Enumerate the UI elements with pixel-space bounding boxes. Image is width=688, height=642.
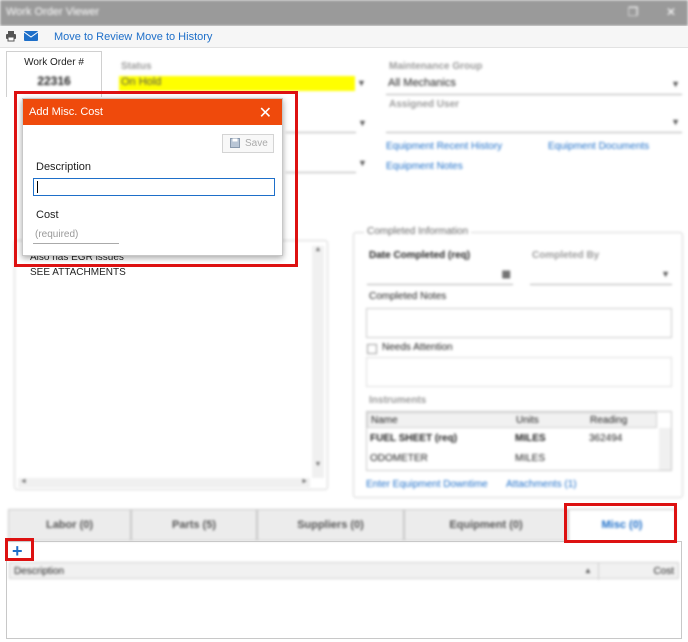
vertical-scrollbar[interactable]: ▲ ▼ bbox=[312, 246, 324, 478]
column-divider bbox=[598, 563, 599, 580]
description-textarea[interactable]: Also has EGR issues SEE ATTACHMENTS ▲ ▼ … bbox=[16, 242, 326, 488]
printer-icon[interactable] bbox=[5, 30, 17, 42]
tab-equipment[interactable]: Equipment (0) bbox=[404, 509, 568, 541]
annotation-box-misc-tab bbox=[564, 503, 677, 543]
instruments-label: Instruments bbox=[369, 395, 427, 406]
completed-by-dropdown[interactable]: ▼ bbox=[530, 267, 672, 285]
work-order-number: 22316 bbox=[37, 74, 71, 88]
equipment-notes-link[interactable]: Equipment Notes bbox=[386, 161, 463, 172]
calendar-icon[interactable]: ▦ bbox=[502, 269, 511, 280]
assigned-user-dropdown[interactable]: ▼ bbox=[386, 115, 682, 133]
window-title: Work Order Viewer bbox=[6, 6, 100, 18]
envelope-icon[interactable] bbox=[23, 30, 39, 42]
description-line: SEE ATTACHMENTS bbox=[30, 267, 126, 278]
move-to-review-link[interactable]: Move to Review bbox=[54, 31, 132, 43]
chevron-down-icon: ▼ bbox=[661, 269, 670, 279]
completed-info-panel: Completed Information Date Completed (re… bbox=[353, 226, 683, 498]
maintenance-group-value: All Mechanics bbox=[388, 77, 456, 89]
chevron-down-icon[interactable]: ▼ bbox=[358, 158, 367, 168]
close-icon[interactable]: ✕ bbox=[664, 5, 678, 19]
row-name: ODOMETER bbox=[370, 453, 428, 464]
instruments-header: Name Units Reading bbox=[367, 412, 657, 428]
sort-arrow-icon: ▲ bbox=[584, 566, 592, 575]
work-order-label: Work Order # bbox=[24, 57, 84, 68]
column-header-units[interactable]: Units bbox=[516, 415, 539, 426]
row-units: MILES bbox=[515, 453, 546, 464]
date-completed-input[interactable]: ▦ bbox=[367, 267, 513, 285]
table-row[interactable]: FUEL SHEET (req) MILES 362494 bbox=[367, 430, 657, 448]
annotation-box-add bbox=[5, 538, 34, 561]
chevron-down-icon: ▼ bbox=[671, 79, 680, 89]
attachments-link[interactable]: Attachments (1) bbox=[506, 479, 577, 490]
column-header-description[interactable]: Description bbox=[14, 566, 64, 577]
misc-panel: + Description ▲ Cost bbox=[6, 541, 682, 639]
column-header-name[interactable]: Name bbox=[371, 415, 398, 426]
title-bar: Work Order Viewer ❐ ✕ bbox=[0, 0, 688, 26]
assigned-user-label: Assigned User bbox=[389, 99, 460, 110]
completed-by-label: Completed By bbox=[532, 250, 600, 261]
needs-attention-label: Needs Attention bbox=[382, 342, 453, 353]
instruments-grid: Name Units Reading FUEL SHEET (req) MILE… bbox=[366, 411, 672, 471]
maintenance-group-label: Maintenance Group bbox=[389, 61, 483, 72]
date-completed-label: Date Completed (req) bbox=[369, 250, 471, 261]
chevron-down-icon: ▼ bbox=[671, 117, 680, 127]
toolbar: Move to Review Move to History bbox=[0, 26, 688, 48]
row-units: MILES bbox=[515, 433, 546, 444]
misc-grid-header: Description ▲ Cost bbox=[9, 562, 679, 580]
annotation-box-dialog bbox=[14, 91, 298, 267]
table-row[interactable]: ODOMETER MILES bbox=[367, 450, 657, 468]
status-label: Status bbox=[121, 61, 152, 72]
restore-icon[interactable]: ❐ bbox=[626, 5, 640, 19]
status-value[interactable]: On Hold bbox=[119, 76, 355, 91]
move-to-history-link[interactable]: Move to History bbox=[136, 31, 212, 43]
tab-suppliers[interactable]: Suppliers (0) bbox=[257, 509, 404, 541]
maintenance-group-dropdown[interactable]: All Mechanics ▼ bbox=[386, 77, 682, 95]
enter-equipment-downtime-link[interactable]: Enter Equipment Downtime bbox=[366, 479, 488, 490]
status-text: On Hold bbox=[121, 76, 162, 88]
completed-info-legend: Completed Information bbox=[364, 226, 472, 237]
row-reading[interactable]: 362494 bbox=[589, 433, 622, 444]
horizontal-scrollbar[interactable]: ◄ ► bbox=[18, 478, 310, 488]
needs-attention-checkbox[interactable] bbox=[367, 344, 377, 354]
attention-notes-input[interactable] bbox=[366, 357, 672, 387]
tab-parts[interactable]: Parts (5) bbox=[131, 509, 257, 541]
column-header-cost[interactable]: Cost bbox=[653, 566, 674, 577]
vertical-scrollbar[interactable] bbox=[659, 428, 671, 470]
row-name: FUEL SHEET (req) bbox=[370, 433, 458, 444]
chevron-down-icon[interactable]: ▼ bbox=[358, 118, 367, 128]
tab-labor[interactable]: Labor (0) bbox=[8, 509, 131, 541]
equipment-recent-history-link[interactable]: Equipment Recent History bbox=[386, 141, 502, 152]
completed-notes-label: Completed Notes bbox=[369, 291, 447, 302]
chevron-down-icon[interactable]: ▼ bbox=[357, 78, 366, 88]
completed-notes-input[interactable] bbox=[366, 308, 672, 338]
column-header-reading[interactable]: Reading bbox=[590, 415, 627, 426]
equipment-documents-link[interactable]: Equipment Documents bbox=[548, 141, 649, 152]
